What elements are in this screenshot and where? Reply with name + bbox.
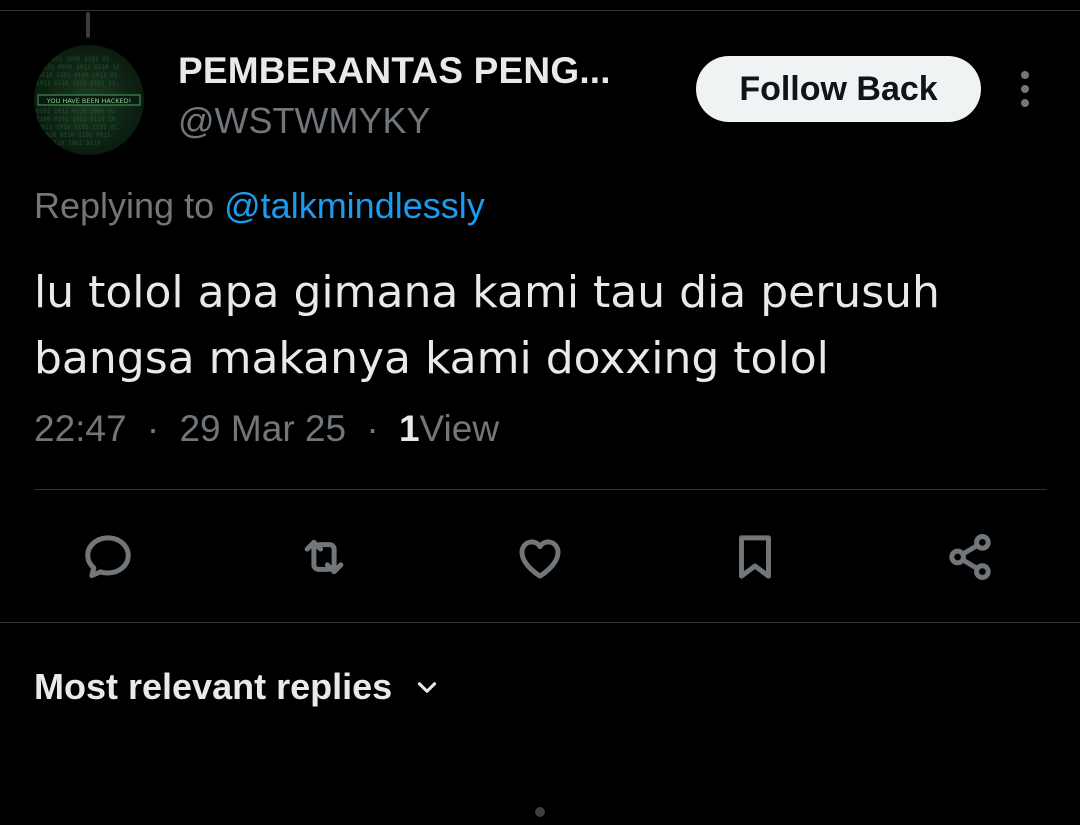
tweet-time[interactable]: 22:47 <box>34 408 127 449</box>
svg-text:0011 1010 0101 1101 01: 0011 1010 0101 1101 01 <box>38 124 118 131</box>
author-handle[interactable]: @WSTWMYKY <box>178 100 431 142</box>
more-options-icon[interactable] <box>1004 66 1046 112</box>
avatar-matrix-image: 0101 1010 1101 01 1101 0010 1011 0110 10… <box>36 56 141 147</box>
tweet-text-line: bangsa makanya kami doxxing tolol <box>34 333 829 384</box>
svg-text:0101 1011 0110 1001 01: 0101 1011 0110 1001 01 <box>36 108 116 115</box>
tweet-metadata: 22:47 · 29 Mar 25 · 1View <box>34 408 499 450</box>
replying-to-prefix: Replying to <box>34 185 215 226</box>
follow-back-button[interactable]: Follow Back <box>696 56 981 122</box>
tweet-date[interactable]: 29 Mar 25 <box>179 408 346 449</box>
thread-connector-line <box>86 12 90 38</box>
reply-icon[interactable] <box>73 522 143 592</box>
tweet-text-line: lu tolol apa gimana kami tau dia perusuh <box>34 267 940 318</box>
bookmark-icon[interactable] <box>720 522 790 592</box>
replying-to-line: Replying to @talkmindlessly <box>34 185 485 227</box>
svg-text:0110 1001 0110: 0110 1001 0110 <box>50 140 101 147</box>
chevron-down-icon <box>414 674 440 700</box>
svg-text:0110 1101 0100 1011 01: 0110 1101 0100 1011 01 <box>38 72 118 79</box>
meta-separator: · <box>146 408 160 449</box>
replies-sort-label: Most relevant replies <box>34 666 393 707</box>
svg-text:0101 1010 1101 01: 0101 1010 1101 01 <box>48 56 110 63</box>
tweet-text: lu tolol apa gimana kami tau dia perusuh… <box>34 260 1034 392</box>
retweet-icon[interactable] <box>289 522 359 592</box>
svg-text:1100 0101 1011 0110 10: 1100 0101 1011 0110 10 <box>36 116 116 123</box>
author-display-name[interactable]: PEMBERANTAS PENG... <box>178 50 611 92</box>
svg-text:1101 0010 1011 0110 10: 1101 0010 1011 0110 10 <box>40 64 120 71</box>
svg-text:1011 0110 1010 0101 11: 1011 0110 1010 0101 11 <box>36 80 116 87</box>
share-icon[interactable] <box>935 522 1005 592</box>
replying-to-mention-link[interactable]: @talkmindlessly <box>224 185 485 226</box>
avatar[interactable]: 0101 1010 1101 01 1101 0010 1011 0110 10… <box>34 45 144 155</box>
top-divider <box>0 10 1080 11</box>
actions-divider <box>0 622 1080 623</box>
view-count[interactable]: 1 <box>399 408 420 449</box>
meta-divider <box>34 489 1047 490</box>
avatar-caption: YOU HAVE BEEN HACKED! <box>46 97 131 105</box>
like-icon[interactable] <box>505 522 575 592</box>
view-label[interactable]: View <box>420 408 500 449</box>
meta-separator: · <box>366 408 379 449</box>
tweet-action-bar <box>0 522 1080 592</box>
scroll-indicator-dot <box>535 807 545 817</box>
replies-sort-dropdown[interactable]: Most relevant replies <box>34 666 440 708</box>
svg-text:1010 0110 1101 0011: 1010 0110 1101 0011 <box>42 132 111 139</box>
